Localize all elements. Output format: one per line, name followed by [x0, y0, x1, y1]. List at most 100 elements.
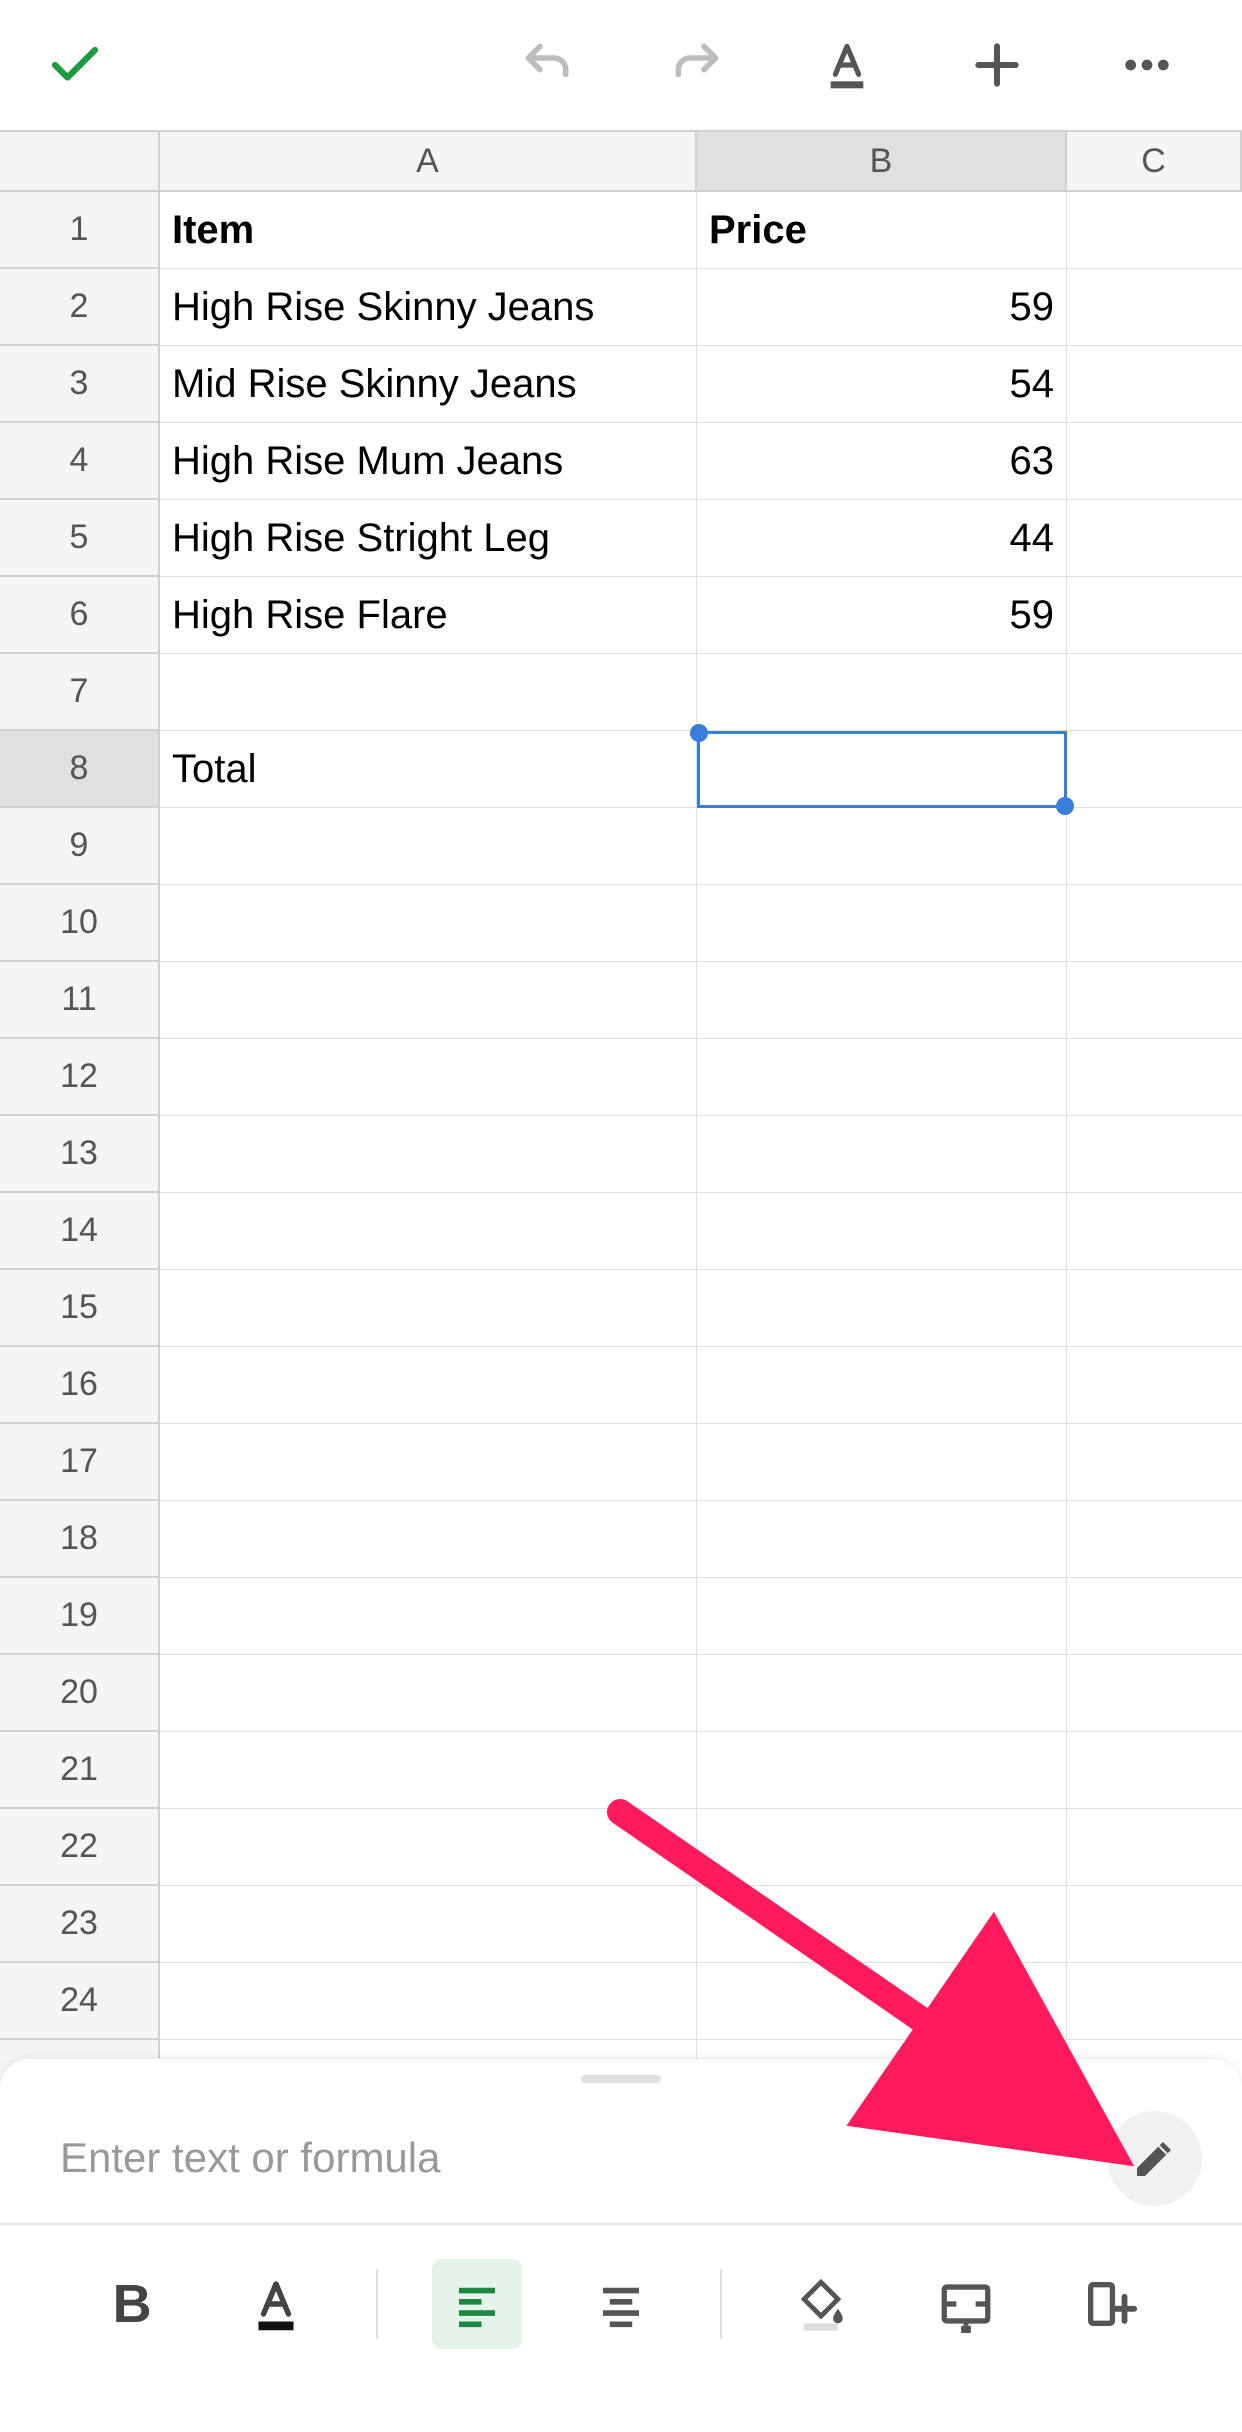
cell[interactable] [1067, 577, 1242, 654]
cell[interactable] [697, 1578, 1067, 1655]
cell[interactable] [1067, 1501, 1242, 1578]
row-header[interactable]: 3 [0, 346, 160, 423]
cell[interactable] [697, 1501, 1067, 1578]
cell[interactable] [160, 808, 697, 885]
cell[interactable] [1067, 500, 1242, 577]
cell[interactable] [160, 962, 697, 1039]
cell[interactable] [160, 1732, 697, 1809]
cell[interactable] [697, 1809, 1067, 1886]
row-header[interactable]: 18 [0, 1501, 160, 1578]
column-header-A[interactable]: A [160, 132, 697, 192]
row-header[interactable]: 23 [0, 1886, 160, 1963]
cell[interactable] [697, 1116, 1067, 1193]
cell[interactable] [160, 1809, 697, 1886]
cell[interactable] [1067, 1270, 1242, 1347]
cell[interactable] [160, 1655, 697, 1732]
row-header[interactable]: 16 [0, 1347, 160, 1424]
cell[interactable] [160, 1347, 697, 1424]
bold-button[interactable]: B [87, 2259, 177, 2349]
cell[interactable] [1067, 1347, 1242, 1424]
cell[interactable] [160, 654, 697, 731]
cell[interactable]: 59 [697, 577, 1067, 654]
cell[interactable] [697, 1963, 1067, 2040]
cell[interactable] [1067, 1578, 1242, 1655]
cell[interactable] [697, 1039, 1067, 1116]
row-header[interactable]: 7 [0, 654, 160, 731]
fill-color-button[interactable] [776, 2259, 866, 2349]
text-color-button[interactable] [812, 30, 882, 100]
cell[interactable] [160, 885, 697, 962]
cell[interactable] [697, 1655, 1067, 1732]
row-header[interactable]: 11 [0, 962, 160, 1039]
row-header[interactable]: 6 [0, 577, 160, 654]
cell[interactable] [697, 1886, 1067, 1963]
row-header[interactable]: 14 [0, 1193, 160, 1270]
cell[interactable]: High Rise Stright Leg [160, 500, 697, 577]
text-color-button-bottom[interactable] [231, 2259, 321, 2349]
cell[interactable] [1067, 346, 1242, 423]
cell[interactable] [1067, 1809, 1242, 1886]
cell[interactable] [697, 962, 1067, 1039]
cell[interactable] [1067, 1655, 1242, 1732]
cell[interactable] [160, 1039, 697, 1116]
row-header[interactable]: 13 [0, 1116, 160, 1193]
more-button[interactable] [1112, 30, 1182, 100]
cell[interactable]: 54 [697, 346, 1067, 423]
cell[interactable] [160, 1963, 697, 2040]
cell[interactable]: Mid Rise Skinny Jeans [160, 346, 697, 423]
row-header[interactable]: 21 [0, 1732, 160, 1809]
row-header[interactable]: 8 [0, 731, 160, 808]
row-header[interactable]: 22 [0, 1809, 160, 1886]
cell[interactable] [160, 1578, 697, 1655]
row-header[interactable]: 10 [0, 885, 160, 962]
cell[interactable] [1067, 731, 1242, 808]
row-header[interactable]: 24 [0, 1963, 160, 2040]
row-header[interactable]: 4 [0, 423, 160, 500]
cell[interactable] [1067, 808, 1242, 885]
select-all-corner[interactable] [0, 132, 160, 192]
cell[interactable] [1067, 269, 1242, 346]
row-header[interactable]: 20 [0, 1655, 160, 1732]
cell[interactable] [160, 1886, 697, 1963]
cell[interactable]: 44 [697, 500, 1067, 577]
cell[interactable] [1067, 1116, 1242, 1193]
row-header[interactable]: 15 [0, 1270, 160, 1347]
cell[interactable] [160, 1116, 697, 1193]
row-header[interactable]: 1 [0, 192, 160, 269]
cell[interactable] [1067, 1886, 1242, 1963]
cell[interactable] [160, 1270, 697, 1347]
redo-button[interactable] [662, 30, 732, 100]
cell[interactable] [697, 808, 1067, 885]
row-header[interactable]: 5 [0, 500, 160, 577]
drag-handle[interactable] [581, 2075, 661, 2083]
insert-column-button[interactable] [1065, 2259, 1155, 2349]
cell[interactable] [697, 654, 1067, 731]
cell[interactable]: 63 [697, 423, 1067, 500]
column-header-C[interactable]: C [1067, 132, 1242, 192]
edit-cell-button[interactable] [1107, 2111, 1202, 2206]
cell[interactable]: 59 [697, 269, 1067, 346]
cell[interactable] [1067, 423, 1242, 500]
align-left-button[interactable] [432, 2259, 522, 2349]
row-header[interactable]: 2 [0, 269, 160, 346]
cell[interactable] [697, 1424, 1067, 1501]
cell[interactable] [160, 1501, 697, 1578]
cell[interactable] [1067, 1963, 1242, 2040]
row-header[interactable]: 17 [0, 1424, 160, 1501]
cell[interactable]: High Rise Flare [160, 577, 697, 654]
cell[interactable] [1067, 962, 1242, 1039]
undo-button[interactable] [512, 30, 582, 100]
cell[interactable]: Total [160, 731, 697, 808]
cell[interactable] [160, 1424, 697, 1501]
cell[interactable] [1067, 192, 1242, 269]
row-header[interactable]: 12 [0, 1039, 160, 1116]
cell[interactable] [160, 1193, 697, 1270]
cell[interactable] [697, 885, 1067, 962]
cell[interactable] [697, 1347, 1067, 1424]
cell[interactable] [697, 731, 1067, 808]
cell[interactable] [1067, 1424, 1242, 1501]
column-header-B[interactable]: B [697, 132, 1067, 192]
accept-button[interactable] [40, 30, 110, 100]
align-center-button[interactable] [576, 2259, 666, 2349]
cell[interactable] [697, 1270, 1067, 1347]
